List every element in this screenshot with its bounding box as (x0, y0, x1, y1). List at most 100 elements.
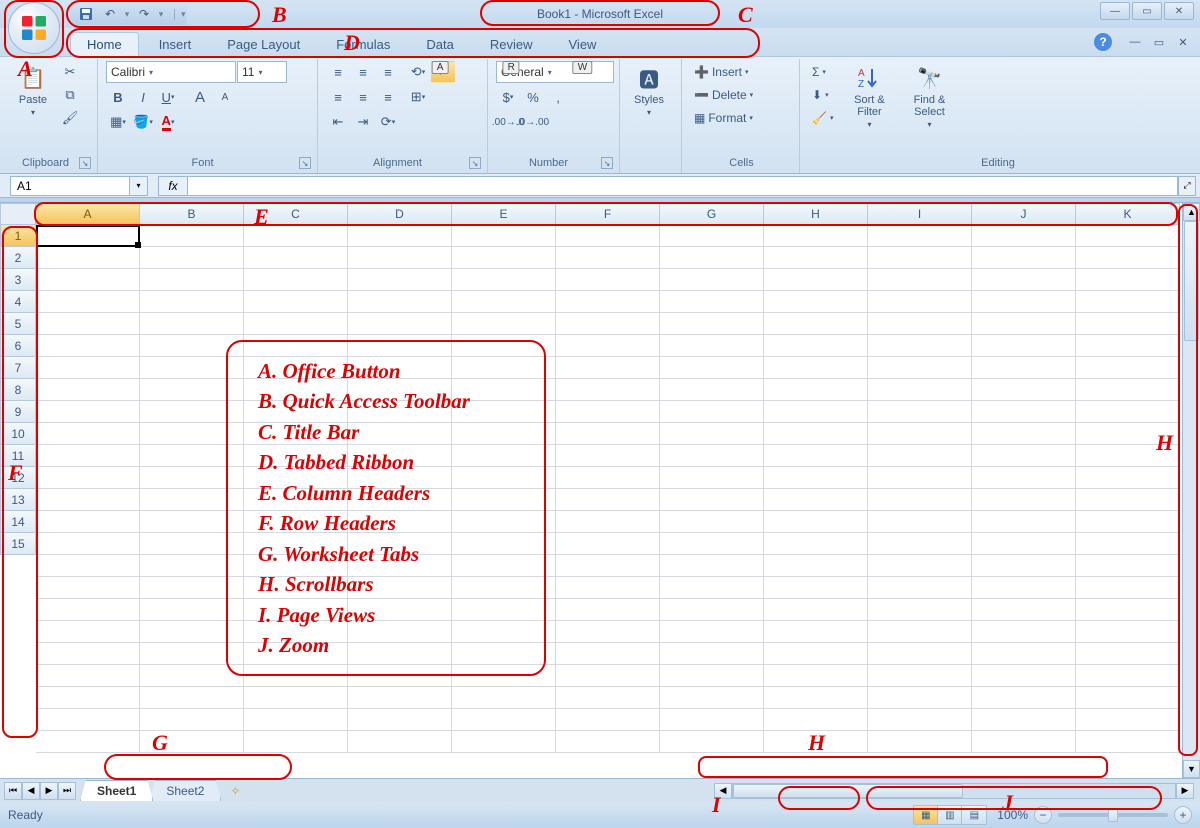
cell[interactable] (452, 467, 556, 489)
row-header-14[interactable]: 14 (0, 511, 36, 533)
cell[interactable] (764, 357, 868, 379)
cell[interactable] (972, 357, 1076, 379)
cell[interactable] (556, 291, 660, 313)
column-header-G[interactable]: G (660, 203, 764, 225)
cell[interactable] (244, 379, 348, 401)
cell[interactable] (1076, 401, 1180, 423)
cell[interactable] (972, 313, 1076, 335)
cell[interactable] (452, 225, 556, 247)
formula-input[interactable] (188, 176, 1178, 196)
delete-cells-button[interactable]: ➖Delete ▾ (690, 84, 793, 106)
cell[interactable] (452, 665, 556, 687)
cell[interactable] (556, 467, 660, 489)
cell[interactable] (868, 599, 972, 621)
insert-function-button[interactable]: fx (158, 176, 188, 196)
cell[interactable] (660, 709, 764, 731)
cell[interactable] (244, 247, 348, 269)
cell[interactable] (140, 621, 244, 643)
cell[interactable] (244, 313, 348, 335)
column-header-D[interactable]: D (348, 203, 452, 225)
cell[interactable] (140, 335, 244, 357)
cell[interactable] (348, 467, 452, 489)
cell[interactable] (764, 533, 868, 555)
cell[interactable] (1076, 709, 1180, 731)
paste-button[interactable]: 📋 Paste ▾ (12, 61, 54, 120)
insert-cells-button[interactable]: ➕Insert ▾ (690, 61, 793, 83)
cell[interactable] (660, 621, 764, 643)
cell[interactable] (868, 291, 972, 313)
cell[interactable] (140, 489, 244, 511)
qat-customize[interactable]: ▾ (174, 9, 181, 20)
cell[interactable] (556, 577, 660, 599)
cell[interactable] (660, 401, 764, 423)
cell[interactable] (868, 621, 972, 643)
horizontal-scrollbar[interactable]: ◀ ▶ (714, 783, 1194, 799)
cell[interactable] (660, 511, 764, 533)
cell[interactable] (868, 511, 972, 533)
cell[interactable] (244, 731, 348, 753)
cell[interactable] (764, 423, 868, 445)
cell[interactable] (348, 423, 452, 445)
office-button[interactable] (8, 2, 60, 54)
format-cells-button[interactable]: ▦Format ▾ (690, 107, 793, 129)
cell[interactable] (660, 599, 764, 621)
cell[interactable] (972, 401, 1076, 423)
cell[interactable] (556, 511, 660, 533)
orientation2[interactable]: ⟳▾ (376, 111, 400, 133)
cell[interactable] (1076, 423, 1180, 445)
cell[interactable] (972, 379, 1076, 401)
cell[interactable] (140, 709, 244, 731)
cell[interactable] (764, 577, 868, 599)
cell[interactable] (348, 225, 452, 247)
cell[interactable] (556, 709, 660, 731)
cell[interactable] (660, 533, 764, 555)
cell[interactable] (140, 533, 244, 555)
undo-button[interactable]: ↶ (100, 5, 120, 23)
cell[interactable] (244, 533, 348, 555)
cell[interactable] (1076, 555, 1180, 577)
cell[interactable] (868, 357, 972, 379)
cell[interactable] (140, 357, 244, 379)
cell[interactable] (140, 291, 244, 313)
cell[interactable] (244, 225, 348, 247)
cell[interactable] (1076, 379, 1180, 401)
bold-button[interactable]: B (106, 86, 130, 108)
cell[interactable] (660, 357, 764, 379)
tab-data[interactable]: DataA (410, 33, 469, 56)
cell[interactable] (244, 423, 348, 445)
cell[interactable] (1076, 291, 1180, 313)
name-box-dropdown[interactable]: ▾ (130, 176, 148, 196)
cell[interactable] (452, 423, 556, 445)
cell[interactable] (348, 555, 452, 577)
select-all-button[interactable] (0, 203, 36, 225)
cell[interactable] (140, 379, 244, 401)
row-header-7[interactable]: 7 (0, 357, 36, 379)
cell[interactable] (36, 621, 140, 643)
zoom-out-button[interactable]: − (1034, 806, 1052, 824)
cell[interactable] (660, 445, 764, 467)
sort-filter-button[interactable]: AZ Sort & Filter▾ (841, 61, 897, 132)
font-name-combo[interactable]: Calibri▾ (106, 61, 236, 83)
cell[interactable] (1076, 643, 1180, 665)
cell[interactable] (764, 665, 868, 687)
cell[interactable] (972, 709, 1076, 731)
cell[interactable] (556, 357, 660, 379)
cell[interactable] (660, 643, 764, 665)
cell[interactable] (764, 401, 868, 423)
vscroll-thumb[interactable] (1184, 221, 1199, 341)
cell[interactable] (556, 423, 660, 445)
align-bottom[interactable]: ≡ (376, 61, 400, 83)
cell[interactable] (868, 489, 972, 511)
copy-button[interactable]: ⧉ (58, 84, 82, 106)
page-layout-view-button[interactable]: ▥ (938, 806, 962, 824)
increase-indent[interactable]: ⇥ (351, 111, 375, 133)
cell[interactable] (1076, 511, 1180, 533)
cell[interactable] (972, 687, 1076, 709)
cell[interactable] (660, 423, 764, 445)
cell[interactable] (244, 269, 348, 291)
prev-sheet-button[interactable]: ◀ (22, 782, 40, 800)
cell[interactable] (972, 511, 1076, 533)
cell[interactable] (348, 401, 452, 423)
cell[interactable] (868, 731, 972, 753)
accounting-button[interactable]: $▾ (496, 86, 520, 108)
